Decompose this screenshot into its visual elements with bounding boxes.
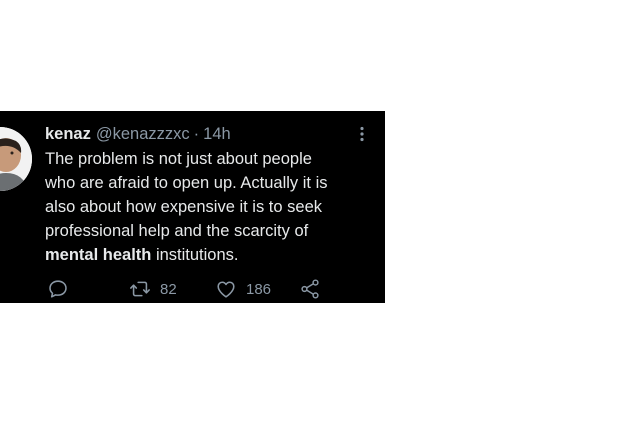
tweet-text-line: professional help and the scarcity of bbox=[45, 222, 309, 240]
heart-icon bbox=[217, 281, 235, 298]
display-name[interactable]: kenaz bbox=[45, 125, 91, 144]
reply-button[interactable] bbox=[47, 277, 69, 301]
tweet-card[interactable]: kenaz @kenazzzxc · 14h The problem is no… bbox=[0, 111, 385, 303]
avatar[interactable] bbox=[0, 127, 32, 191]
tweet-header: kenaz @kenazzzxc · 14h bbox=[45, 123, 231, 145]
more-button[interactable] bbox=[353, 125, 371, 143]
more-icon bbox=[360, 126, 364, 142]
tweet-text-bold: mental health bbox=[45, 246, 152, 264]
tweet-text-line: also about how expensive it is to seek bbox=[45, 198, 322, 216]
tweet-text-end: institutions. bbox=[151, 246, 239, 264]
share-button[interactable] bbox=[299, 277, 321, 301]
timestamp[interactable]: 14h bbox=[203, 125, 231, 144]
reply-icon bbox=[49, 280, 67, 298]
user-handle[interactable]: @kenazzzxc bbox=[96, 125, 190, 144]
tweet-text-line: The problem is not just about people bbox=[45, 150, 312, 168]
tweet-actions: 82 186 bbox=[47, 277, 347, 301]
tweet-text-line: mental health institutions. bbox=[45, 243, 375, 267]
retweet-button[interactable]: 82 bbox=[129, 277, 177, 301]
retweet-count: 82 bbox=[160, 280, 177, 298]
tweet-text: The problem is not just about people who… bbox=[45, 147, 375, 267]
like-button[interactable]: 186 bbox=[215, 277, 271, 301]
retweet-icon bbox=[130, 281, 150, 297]
tweet-text-line: who are afraid to open up. Actually it i… bbox=[45, 174, 328, 192]
avatar-photo-icon bbox=[0, 127, 32, 191]
share-icon bbox=[301, 279, 319, 299]
like-count: 186 bbox=[246, 280, 272, 298]
separator-dot: · bbox=[193, 124, 200, 143]
